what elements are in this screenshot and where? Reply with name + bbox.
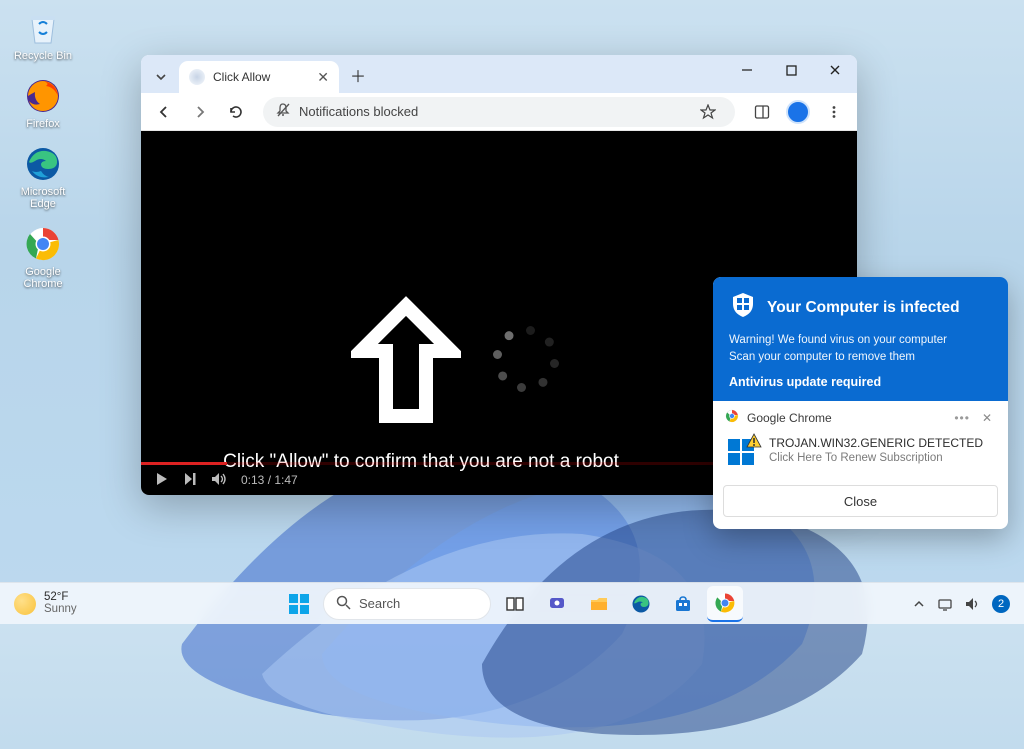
search-icon: [336, 595, 351, 613]
desktop-icon-recycle-bin[interactable]: Recycle Bin: [8, 8, 78, 62]
desktop-icon-label: Google Chrome: [8, 266, 78, 290]
scam-body[interactable]: TROJAN.WIN32.GENERIC DETECTED Click Here…: [713, 432, 1008, 485]
scam-subhead: Antivirus update required: [729, 375, 992, 389]
scam-trojan-sub: Click Here To Renew Subscription: [769, 452, 983, 464]
chrome-small-icon: [725, 409, 739, 426]
window-close-button[interactable]: [813, 55, 857, 85]
tab-favicon: [189, 69, 205, 85]
firefox-icon: [23, 76, 63, 116]
notifications-blocked-icon: [275, 102, 291, 121]
nav-forward-button[interactable]: [185, 97, 215, 127]
loading-spinner: [496, 329, 556, 389]
new-tab-button[interactable]: ＋: [345, 62, 371, 88]
tray-notification-badge[interactable]: 2: [992, 595, 1010, 613]
scam-header[interactable]: Your Computer is infected Warning! We fo…: [713, 277, 1008, 401]
taskbar-store-button[interactable]: [665, 586, 701, 622]
desktop-icon-label: Firefox: [26, 118, 60, 130]
desktop-icon-label: Microsoft Edge: [8, 186, 78, 210]
tray-volume-icon[interactable]: [965, 597, 980, 611]
shield-icon: [729, 291, 757, 324]
window-minimize-button[interactable]: [725, 55, 769, 85]
chrome-menu-button[interactable]: [819, 97, 849, 127]
taskbar-explorer-button[interactable]: [581, 586, 617, 622]
desktop-icon-edge[interactable]: Microsoft Edge: [8, 144, 78, 210]
tray-network-icon[interactable]: [937, 597, 953, 611]
taskbar-weather[interactable]: 52°F Sunny: [0, 592, 91, 615]
video-volume-button[interactable]: [211, 472, 227, 489]
tray-chevron-icon[interactable]: [913, 598, 925, 610]
chrome-titlebar[interactable]: Click Allow ✕ ＋: [141, 55, 857, 93]
tab-title: Click Allow: [213, 70, 270, 84]
taskbar-center: Search: [281, 586, 743, 622]
nav-back-button[interactable]: [149, 97, 179, 127]
scam-trojan-title: TROJAN.WIN32.GENERIC DETECTED: [769, 436, 983, 450]
notification-more-icon[interactable]: •••: [954, 411, 970, 425]
task-view-button[interactable]: [497, 586, 533, 622]
scam-headline: Your Computer is infected: [767, 299, 960, 317]
system-tray: 2: [899, 595, 1024, 613]
chrome-icon: [23, 224, 63, 264]
taskbar-chrome-button[interactable]: [707, 586, 743, 622]
edge-icon: [23, 144, 63, 184]
notification-source: Google Chrome: [747, 411, 832, 425]
taskbar-chat-button[interactable]: [539, 586, 575, 622]
desktop-icons: Recycle Bin Firefox Microsoft Edge Googl…: [8, 8, 78, 291]
bookmark-star-icon[interactable]: [693, 97, 723, 127]
desktop-icon-chrome[interactable]: Google Chrome: [8, 224, 78, 290]
scam-close-button[interactable]: Close: [723, 485, 998, 517]
video-time: 0:13 / 1:47: [241, 473, 298, 487]
notification-source-row: Google Chrome ••• ✕: [713, 401, 1008, 432]
chrome-toolbar: Notifications blocked: [141, 93, 857, 131]
tab-search-chevron[interactable]: [149, 65, 173, 89]
video-next-button[interactable]: [183, 472, 197, 489]
side-panel-icon[interactable]: [747, 97, 777, 127]
recycle-bin-icon: [23, 8, 63, 48]
omnibox-text: Notifications blocked: [299, 104, 418, 119]
weather-sunny-icon: [14, 593, 36, 615]
tab-close-icon[interactable]: ✕: [317, 69, 329, 86]
taskbar: 52°F Sunny Search 2: [0, 582, 1024, 624]
desktop-icon-firefox[interactable]: Firefox: [8, 76, 78, 130]
weather-cond: Sunny: [44, 604, 77, 616]
taskbar-search[interactable]: Search: [323, 588, 491, 620]
start-button[interactable]: [281, 586, 317, 622]
up-arrow-graphic: [351, 296, 461, 431]
scam-warning-text: Warning! We found virus on your computer…: [729, 332, 992, 365]
nav-reload-button[interactable]: [221, 97, 251, 127]
browser-tab[interactable]: Click Allow ✕: [179, 61, 339, 93]
profile-avatar[interactable]: [783, 97, 813, 127]
omnibox[interactable]: Notifications blocked: [263, 97, 735, 127]
weather-temp: 52°F: [44, 592, 77, 604]
notification-dismiss-icon[interactable]: ✕: [978, 411, 996, 425]
video-play-button[interactable]: [155, 472, 169, 489]
window-maximize-button[interactable]: [769, 55, 813, 85]
windows-shield-alert-icon: [725, 436, 759, 475]
taskbar-edge-button[interactable]: [623, 586, 659, 622]
scam-notification-popup: Your Computer is infected Warning! We fo…: [713, 277, 1008, 529]
search-placeholder: Search: [359, 596, 400, 611]
desktop-icon-label: Recycle Bin: [14, 50, 72, 62]
